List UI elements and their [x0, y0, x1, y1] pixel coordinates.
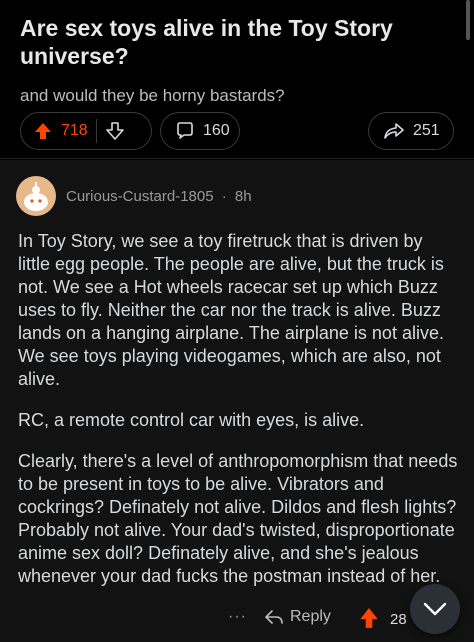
- comment-age: 8h: [234, 188, 252, 205]
- upvote-count: 718: [61, 122, 88, 139]
- scroll-down-button[interactable]: [410, 584, 460, 634]
- reply-button[interactable]: Reply: [264, 608, 331, 626]
- arrow-down-icon[interactable]: [105, 121, 125, 141]
- comment-paragraph: Clearly, there's a level of anthropomorp…: [18, 451, 458, 586]
- avatar[interactable]: [16, 176, 56, 216]
- share-arrow-icon: [383, 121, 405, 141]
- reply-arrow-icon: [264, 608, 284, 626]
- vote-bar: 718: [20, 112, 152, 150]
- comments-button[interactable]: 160: [160, 112, 240, 150]
- comment-author[interactable]: Curious-Custard-1805 · 8h: [66, 188, 252, 205]
- section-divider: [0, 158, 474, 159]
- reply-label: Reply: [290, 608, 331, 625]
- comment-count: 160: [203, 122, 230, 139]
- chevron-down-icon: [422, 601, 448, 617]
- more-options-button[interactable]: ···: [228, 608, 247, 626]
- comment-score: 28: [390, 611, 407, 628]
- meta-separator: ·: [221, 188, 227, 205]
- speech-bubble-icon: [175, 121, 195, 141]
- share-button[interactable]: 251: [368, 112, 454, 150]
- post-body: and would they be horny bastards?: [20, 86, 285, 105]
- comment-card: Curious-Custard-1805 · 8h In Toy Story, …: [0, 160, 474, 642]
- post-header: Are sex toys alive in the Toy Story univ…: [0, 0, 474, 158]
- comment-paragraph: RC, a remote control car with eyes, is a…: [18, 410, 365, 430]
- comment-paragraph: In Toy Story, we see a toy firetruck tha…: [18, 231, 444, 389]
- post-title: Are sex toys alive in the Toy Story univ…: [20, 15, 393, 69]
- comment-body: In Toy Story, we see a toy firetruck tha…: [18, 230, 458, 606]
- scrollbar[interactable]: [466, 0, 470, 40]
- comment-actions: ··· Reply 28: [0, 600, 474, 642]
- arrow-up-icon[interactable]: [33, 121, 53, 141]
- author-name[interactable]: Curious-Custard-1805: [66, 188, 214, 205]
- arrow-up-icon[interactable]: [358, 606, 380, 630]
- vote-divider: [95, 119, 97, 143]
- share-count: 251: [413, 122, 440, 139]
